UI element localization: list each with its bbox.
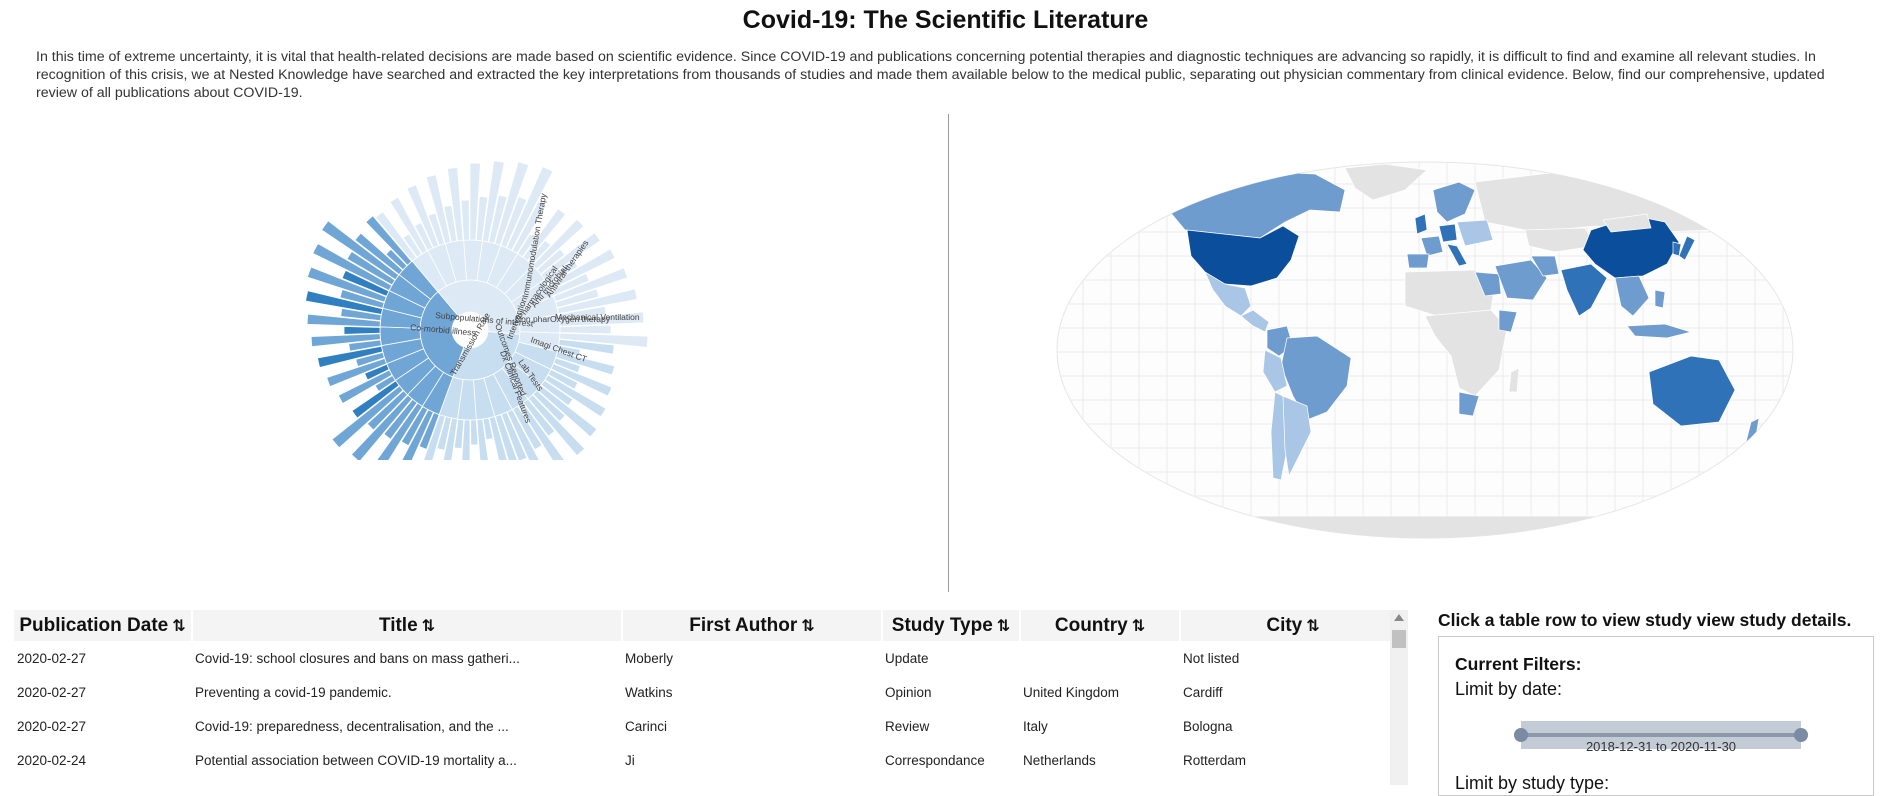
column-header-study-type[interactable]: Study Type ⇅ — [882, 610, 1021, 641]
table-row[interactable]: 2020-02-27 Covid-19: school closures and… — [14, 641, 1406, 675]
column-header-first-author[interactable]: First Author ⇅ — [622, 610, 883, 641]
intro-paragraph: In this time of extreme uncertainty, it … — [36, 49, 1825, 101]
limit-by-study-type-label: Limit by study type: — [1455, 773, 1610, 793]
sort-icon[interactable]: ⇅ — [997, 618, 1010, 635]
cell-country: Netherlands — [1023, 752, 1096, 768]
map-country-uk[interactable] — [1414, 213, 1428, 235]
cell-study-type: Correspondance — [885, 752, 985, 768]
cell-title: Covid-19: school closures and bans on ma… — [195, 650, 520, 666]
map-country-philippines[interactable] — [1654, 289, 1666, 309]
cell-first-author: Watkins — [625, 684, 673, 700]
sort-icon[interactable]: ⇅ — [801, 618, 814, 635]
sunburst-outer-segment[interactable] — [343, 326, 381, 335]
study-details-hint: Click a table row to view study view stu… — [1438, 610, 1852, 630]
cell-city: Not listed — [1183, 650, 1240, 666]
column-header-city[interactable]: City ⇅ — [1180, 610, 1406, 641]
map-country-spain[interactable] — [1406, 253, 1430, 269]
map-country-alaska[interactable] — [1114, 183, 1174, 213]
table-header-row: Publication Date ⇅ Title ⇅ First Author ⇅ S… — [14, 610, 1406, 641]
date-range-value: 2018-12-31 to 2020-11-30 — [1585, 739, 1737, 754]
cell-country: United Kingdom — [1023, 684, 1120, 700]
table-row[interactable]: 2020-02-27 Covid-19: preparedness, decen… — [14, 709, 1406, 743]
page-title: Covid-19: The Scientific Literature — [742, 6, 1149, 34]
cell-first-author: Carinci — [625, 718, 668, 734]
cell-study-type: Opinion — [885, 684, 932, 700]
scroll-up-arrow-icon[interactable] — [1394, 614, 1404, 621]
cell-publication-date: 2020-02-27 — [17, 718, 87, 734]
topic-sunburst-chart[interactable]: Immunomodulation TherapyPharmacologicalA… — [300, 140, 680, 460]
map-country-antarctica[interactable] — [1094, 515, 1756, 540]
cell-study-type: Update — [885, 650, 929, 666]
publications-table-container[interactable]: Publication Date ⇅ Title ⇅ First Author ⇅ S… — [14, 610, 1406, 785]
cell-publication-date: 2020-02-27 — [17, 684, 87, 700]
cell-city: Bologna — [1183, 718, 1233, 734]
sunburst-arcs[interactable] — [305, 160, 649, 460]
limit-by-date-label: Limit by date: — [1455, 679, 1563, 699]
cell-title: Potential association between COVID-19 m… — [195, 752, 517, 768]
cell-title: Preventing a covid-19 pandemic. — [195, 684, 392, 700]
column-header-country[interactable]: Country ⇅ — [1020, 610, 1181, 641]
section-divider — [948, 114, 949, 592]
date-range-slider-track — [1522, 733, 1800, 737]
filters-heading: Current Filters: — [1455, 654, 1582, 674]
cell-first-author: Moberly — [625, 650, 674, 666]
sunburst-label: Mechanical Ventilation — [555, 312, 640, 322]
cell-study-type: Review — [885, 718, 930, 734]
world-choropleth-map[interactable] — [1055, 160, 1795, 540]
cell-publication-date: 2020-02-24 — [17, 752, 87, 768]
column-header-title[interactable]: Title ⇅ — [192, 610, 623, 641]
publications-table[interactable]: Publication Date ⇅ Title ⇅ First Author ⇅ S… — [14, 610, 1406, 777]
sunburst-outer-segment[interactable] — [470, 419, 479, 446]
cell-publication-date: 2020-02-27 — [17, 650, 87, 666]
cell-country: Italy — [1023, 718, 1048, 734]
table-row[interactable]: 2020-02-27 Preventing a covid-19 pandemi… — [14, 675, 1406, 709]
filters-panel: Current Filters: Limit by date: 2018-12-… — [1438, 636, 1874, 796]
sort-icon[interactable]: ⇅ — [1132, 618, 1145, 635]
cell-first-author: Ji — [625, 752, 635, 768]
sort-icon[interactable]: ⇅ — [172, 618, 185, 635]
cell-city: Rotterdam — [1183, 752, 1247, 768]
sunburst-outer-segment[interactable] — [559, 324, 612, 335]
sort-icon[interactable]: ⇅ — [1306, 618, 1319, 635]
scroll-thumb[interactable] — [1392, 630, 1406, 648]
cell-city: Cardiff — [1183, 684, 1223, 700]
table-scrollbar[interactable] — [1390, 610, 1408, 785]
column-header-publication-date[interactable]: Publication Date ⇅ — [14, 610, 193, 641]
sort-icon[interactable]: ⇅ — [422, 618, 435, 635]
table-row[interactable]: 2020-02-24 Potential association between… — [14, 743, 1406, 777]
cell-country — [1020, 641, 1180, 675]
cell-title: Covid-19: preparedness, decentralisation… — [195, 718, 509, 734]
